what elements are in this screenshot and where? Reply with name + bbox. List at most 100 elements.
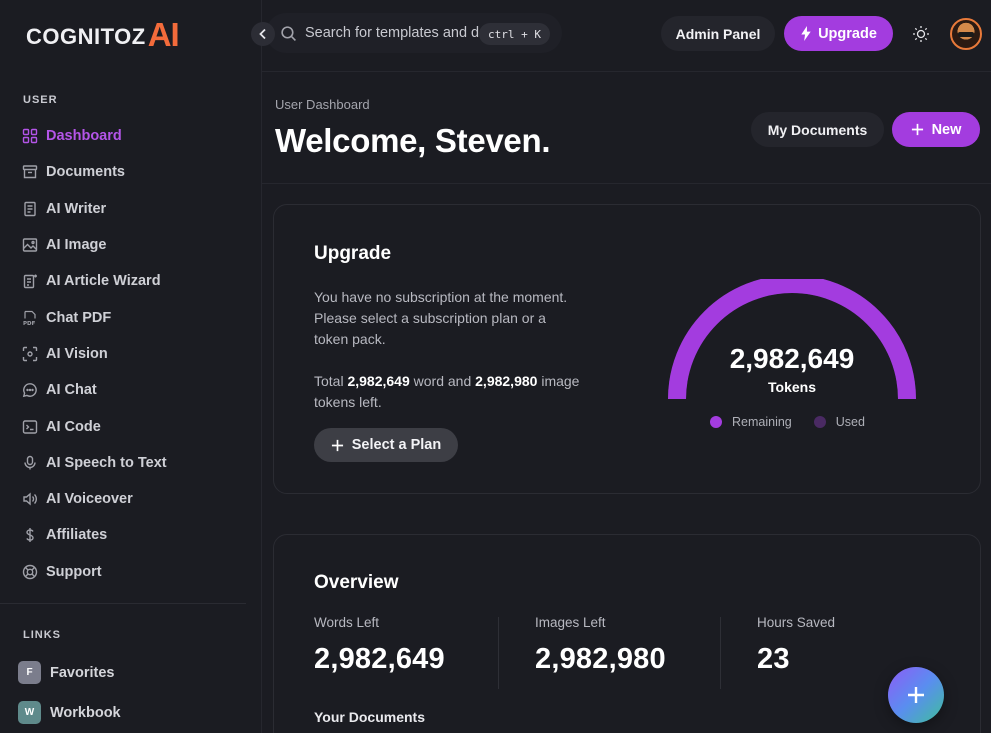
brand-logo[interactable]: COGNITOZ AI <box>26 16 180 53</box>
section-label-user: USER <box>23 94 58 106</box>
sidebar-item-label: AI Article Wizard <box>46 273 161 290</box>
link-item-favorites[interactable]: F Favorites <box>18 661 114 684</box>
sidebar-item-ai-speech-to-text[interactable]: AI Speech to Text <box>0 445 262 481</box>
chevron-left-icon <box>259 28 266 40</box>
link-badge: W <box>18 701 41 724</box>
dollar-icon <box>26 528 34 543</box>
image-tokens: 2,982,980 <box>475 373 538 389</box>
sidebar-item-affiliates[interactable]: Affiliates <box>0 517 262 553</box>
link-badge: F <box>18 661 41 684</box>
sidebar-item-label: AI Chat <box>46 382 97 399</box>
sidebar-item-documents[interactable]: Documents <box>0 154 262 190</box>
tokens-prefix: Total <box>314 373 344 389</box>
avatar-glasses <box>958 32 974 37</box>
svg-text:PDF: PDF <box>23 321 36 326</box>
select-plan-button[interactable]: Select a Plan <box>314 428 458 462</box>
avatar[interactable] <box>950 18 982 50</box>
microphone-icon <box>24 455 36 470</box>
search-shortcut: ctrl + K <box>479 23 550 45</box>
search-bar[interactable]: ctrl + K <box>266 13 562 53</box>
vision-icon <box>22 346 38 362</box>
stat-value: 23 <box>757 643 790 675</box>
sidebar-item-ai-chat[interactable]: AI Chat <box>0 372 262 408</box>
stat-value: 2,982,980 <box>535 643 666 675</box>
sidebar-item-label: Support <box>46 563 102 580</box>
breadcrumb: User Dashboard <box>275 97 370 112</box>
chat-icon <box>22 383 37 398</box>
word-tokens: 2,982,649 <box>347 373 410 389</box>
sun-icon[interactable] <box>911 24 931 44</box>
link-label: Workbook <box>50 704 121 721</box>
file-text-icon <box>24 201 36 216</box>
stat-label: Words Left <box>314 615 380 630</box>
search-input[interactable] <box>305 25 495 41</box>
sidebar-item-ai-image[interactable]: AI Image <box>0 227 262 263</box>
collapse-sidebar-button[interactable] <box>251 22 275 46</box>
legend-label: Remaining <box>732 415 792 429</box>
admin-panel-button[interactable]: Admin Panel <box>661 16 775 51</box>
sidebar-item-label: AI Code <box>46 418 101 435</box>
archive-icon <box>22 165 38 179</box>
stat-divider <box>720 617 721 689</box>
legend-used: Used <box>813 415 865 429</box>
upgrade-label: Upgrade <box>818 25 877 42</box>
speaker-icon <box>23 492 37 506</box>
upgrade-title: Upgrade <box>314 243 392 264</box>
sidebar-item-label: Documents <box>46 164 125 181</box>
sidebar-item-ai-code[interactable]: AI Code <box>0 408 262 444</box>
sidebar-item-label: AI Speech to Text <box>46 454 167 471</box>
brand-ai: AI <box>147 16 180 53</box>
gauge-unit: Tokens <box>768 379 816 395</box>
my-documents-button[interactable]: My Documents <box>751 112 884 147</box>
terminal-icon <box>22 419 38 434</box>
gauge-value: 2,982,649 <box>729 343 855 374</box>
new-button[interactable]: New <box>892 112 980 147</box>
link-item-workbook[interactable]: W Workbook <box>18 701 121 724</box>
sidebar-item-label: Dashboard <box>46 128 122 145</box>
upgrade-button[interactable]: Upgrade <box>784 16 893 51</box>
overview-card: Overview Words Left 2,982,649 Images Lef… <box>273 534 981 733</box>
sidebar-item-label: AI Voiceover <box>46 491 133 508</box>
sidebar-item-dashboard[interactable]: Dashboard <box>0 118 262 154</box>
lifebuoy-icon <box>22 564 38 579</box>
stat-label: Hours Saved <box>757 615 836 630</box>
lightning-icon <box>801 26 811 41</box>
stat-images-left: Images Left 2,982,980 <box>535 615 666 676</box>
plus-icon <box>331 439 343 451</box>
topbar-divider <box>262 71 991 72</box>
stat-label: Images Left <box>535 615 606 630</box>
page-title: Welcome, Steven. <box>275 122 551 159</box>
legend-label: Used <box>835 415 865 429</box>
header-divider <box>262 183 991 184</box>
subscription-message: You have no subscription at the moment. … <box>314 289 568 347</box>
sidebar-item-ai-writer[interactable]: AI Writer <box>0 191 262 227</box>
sidebar-item-label: AI Vision <box>46 345 108 362</box>
your-documents-heading: Your Documents <box>314 709 425 725</box>
stat-divider <box>498 617 499 689</box>
link-label: Favorites <box>50 664 115 681</box>
pdf-icon: PDF <box>23 310 36 326</box>
floating-add-button[interactable] <box>888 667 944 723</box>
search-icon <box>281 25 296 41</box>
sidebar-item-label: Chat PDF <box>46 309 112 326</box>
sidebar-item-ai-article-wizard[interactable]: AI Article Wizard <box>0 263 262 299</box>
tokens-middle: word and <box>413 373 472 389</box>
legend-dot-remaining <box>710 416 722 428</box>
upgrade-card: Upgrade You have no subscription at the … <box>273 204 981 494</box>
sidebar-item-ai-vision[interactable]: AI Vision <box>0 336 262 372</box>
sidebar-divider <box>0 603 246 604</box>
sidebar-item-support[interactable]: Support <box>0 554 262 590</box>
stat-value: 2,982,649 <box>314 643 445 675</box>
legend-dot-used <box>813 416 826 428</box>
wizard-icon <box>23 274 37 289</box>
sidebar-item-ai-voiceover[interactable]: AI Voiceover <box>0 481 262 517</box>
sidebar-item-chat-pdf[interactable]: PDF Chat PDF <box>0 299 262 335</box>
plus-icon <box>911 123 923 136</box>
brand-word: COGNITOZ <box>26 24 146 49</box>
token-summary: Total 2,982,649 word and 2,982,980 image… <box>314 371 584 413</box>
sidebar-item-label: AI Image <box>46 237 107 254</box>
image-icon <box>22 238 38 252</box>
sidebar-item-label: Affiliates <box>46 527 108 544</box>
gauge-legend: Remaining Used <box>710 415 865 429</box>
sidebar: COGNITOZ AI USER Dashboard Documents AI … <box>0 0 262 733</box>
